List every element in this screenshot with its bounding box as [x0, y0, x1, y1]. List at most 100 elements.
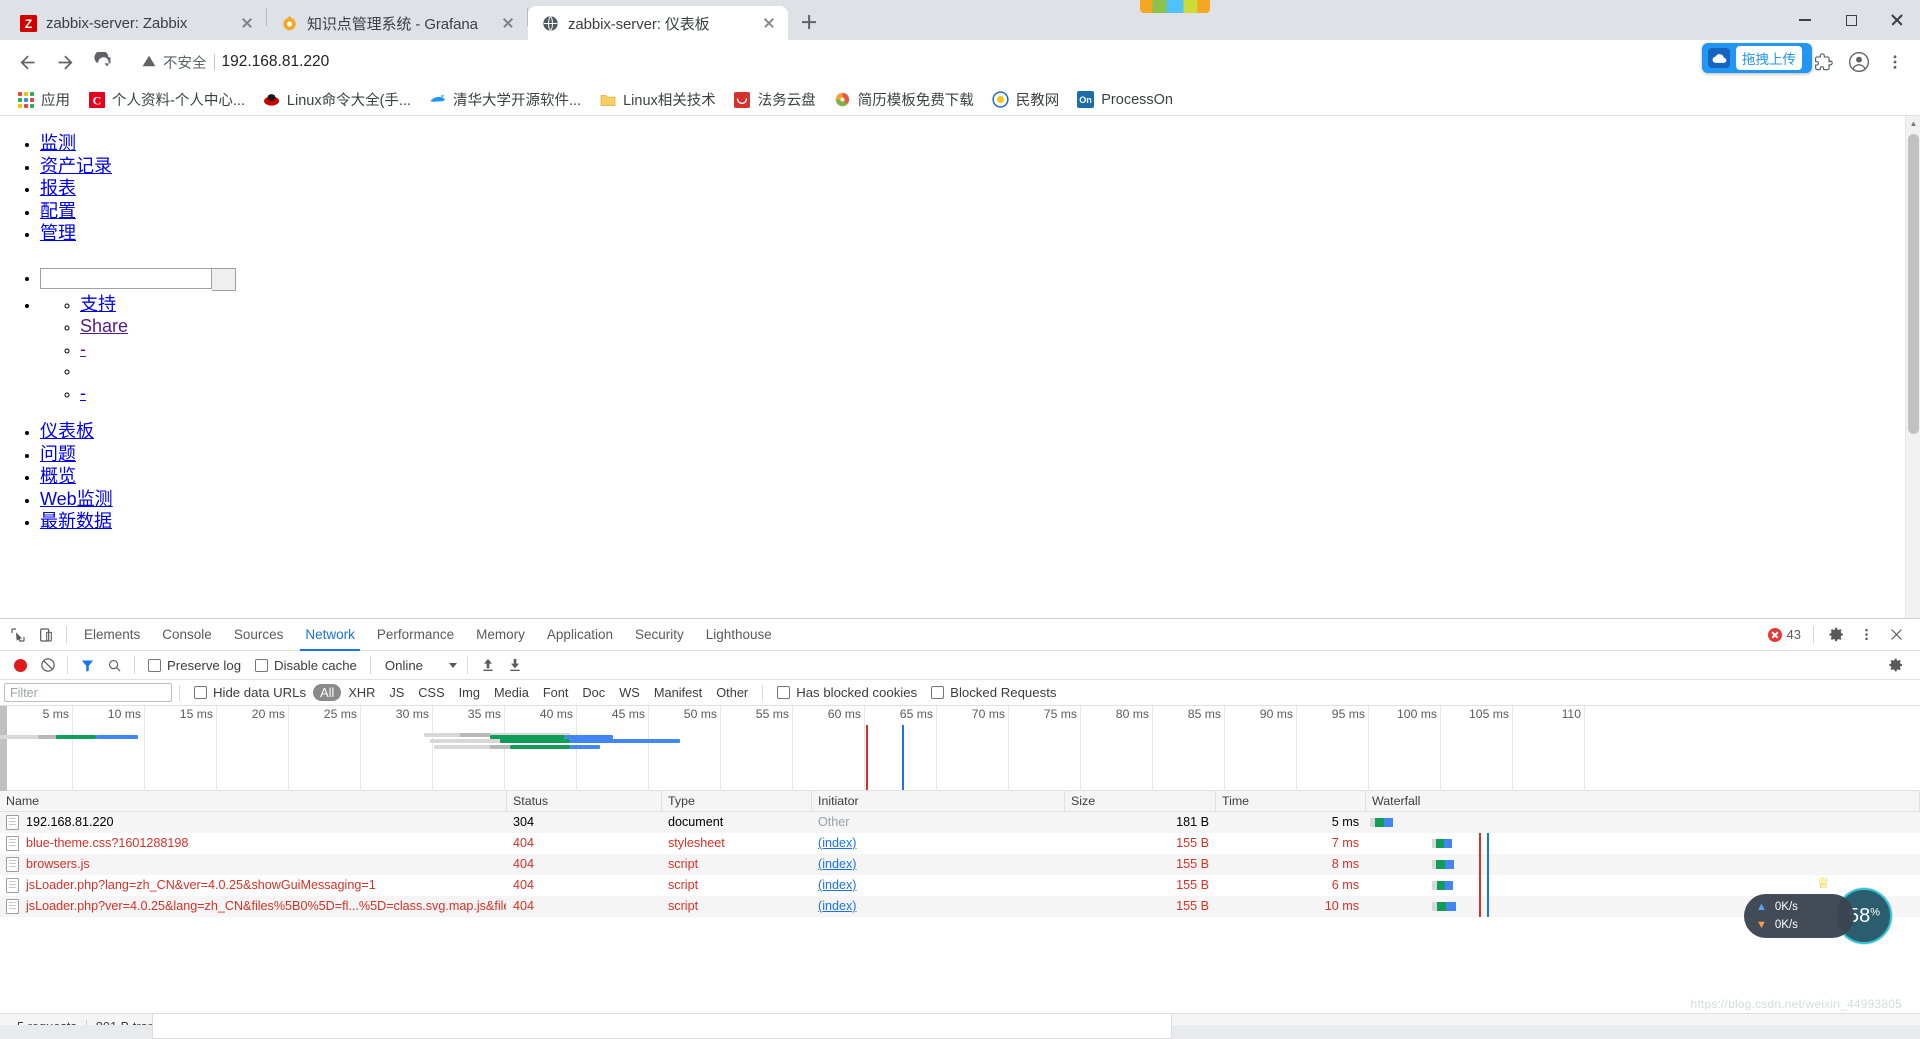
initiator-link[interactable]: (index) [818, 899, 857, 913]
tab-security[interactable]: Security [624, 619, 695, 651]
search-icon[interactable] [101, 653, 128, 678]
filter-type-all[interactable]: All [313, 684, 342, 701]
address-bar[interactable]: 不安全 192.168.81.220 [128, 47, 1700, 77]
column-header-status[interactable]: Status [507, 791, 662, 812]
search-submit-button[interactable] [212, 267, 236, 291]
maximize-button[interactable] [1828, 0, 1874, 40]
section-link-latest-data[interactable]: 最新数据 [40, 511, 112, 531]
throttling-select[interactable]: Online [377, 658, 461, 673]
filter-type-doc[interactable]: Doc [575, 684, 612, 701]
column-header-time[interactable]: Time [1216, 791, 1366, 812]
has-blocked-cookies-checkbox[interactable]: Has blocked cookies [770, 685, 924, 700]
window-close-button[interactable] [1874, 0, 1920, 40]
table-row[interactable]: blue-theme.css?1601288198 404 stylesheet… [0, 833, 1920, 854]
search-input[interactable] [40, 267, 212, 289]
bookmark-legal-cloud[interactable]: 法务云盘 [725, 87, 825, 113]
filter-type-font[interactable]: Font [536, 684, 576, 701]
menu-link-configuration[interactable]: 配置 [40, 201, 76, 221]
back-arrow-icon[interactable] [8, 43, 46, 81]
menu-link-inventory[interactable]: 资产记录 [40, 156, 112, 176]
filter-type-img[interactable]: Img [452, 684, 487, 701]
reload-icon[interactable] [84, 43, 122, 81]
user-menu-link-signout[interactable]: - [80, 383, 86, 403]
bookmark-processon[interactable]: On ProcessOn [1068, 87, 1182, 113]
user-menu-link-support[interactable]: 支持 [80, 294, 116, 314]
kebab-menu-icon[interactable] [1852, 622, 1880, 648]
preserve-log-checkbox[interactable]: Preserve log [141, 658, 248, 673]
initiator-link[interactable]: (index) [818, 857, 857, 871]
network-overview-timeline[interactable]: 5 ms 10 ms 15 ms 20 ms 25 ms 30 ms 35 ms… [0, 706, 1920, 791]
overview-left-handle[interactable] [0, 706, 7, 791]
close-icon[interactable] [499, 14, 517, 32]
devtools-close-icon[interactable] [1882, 622, 1910, 648]
column-header-waterfall[interactable]: Waterfall [1366, 791, 1920, 812]
filter-type-ws[interactable]: WS [612, 684, 647, 701]
filter-type-css[interactable]: CSS [411, 684, 451, 701]
scrollbar-thumb[interactable] [1908, 134, 1919, 434]
initiator-link[interactable]: (index) [818, 878, 857, 892]
column-header-initiator[interactable]: Initiator [812, 791, 1065, 812]
menu-link-monitoring[interactable]: 监测 [40, 133, 76, 153]
kebab-menu-icon[interactable] [1878, 45, 1912, 79]
record-stop-icon[interactable] [7, 653, 34, 678]
bookmark-linux-tech-folder[interactable]: Linux相关技术 [590, 87, 725, 113]
filter-type-js[interactable]: JS [382, 684, 411, 701]
bookmark-resume-templates[interactable]: 简历模板免费下载 [825, 87, 983, 113]
funnel-icon[interactable] [74, 653, 101, 678]
forward-arrow-icon[interactable] [46, 43, 84, 81]
filter-type-manifest[interactable]: Manifest [647, 684, 709, 701]
import-arrow-icon[interactable] [474, 653, 501, 678]
table-row[interactable]: browsers.js 404 script (index) 155 B 8 m… [0, 854, 1920, 875]
bookmark-linux-commands[interactable]: Linux命令大全(手... [254, 87, 420, 113]
gear-icon[interactable] [1822, 622, 1850, 648]
section-link-overview[interactable]: 概览 [40, 466, 76, 486]
column-header-type[interactable]: Type [662, 791, 812, 812]
bookmark-apps[interactable]: 应用 [8, 87, 79, 113]
column-header-name[interactable]: Name [0, 791, 507, 812]
network-settings-gear-icon[interactable] [1882, 653, 1909, 678]
new-tab-button[interactable] [794, 7, 824, 37]
user-menu-link-share[interactable]: Share [80, 316, 128, 336]
tab-performance[interactable]: Performance [366, 619, 465, 651]
filter-type-media[interactable]: Media [487, 684, 536, 701]
browser-tab-1[interactable]: Z zabbix-server: Zabbix [6, 6, 266, 40]
close-icon[interactable] [760, 14, 778, 32]
menu-link-reports[interactable]: 报表 [40, 178, 76, 198]
network-speed-widget[interactable]: ♕ ▲ 0K/s ▼ 0K/s 58% [1744, 875, 1892, 944]
clear-circle-icon[interactable] [34, 653, 61, 678]
section-link-problems[interactable]: 问题 [40, 444, 76, 464]
device-toolbar-icon[interactable] [32, 622, 60, 648]
hide-data-urls-checkbox[interactable]: Hide data URLs [187, 685, 313, 700]
section-link-web-monitoring[interactable]: Web监测 [40, 489, 113, 509]
filter-input[interactable] [4, 683, 172, 702]
disable-cache-checkbox[interactable]: Disable cache [248, 658, 364, 673]
initiator-link[interactable]: (index) [818, 836, 857, 850]
tab-sources[interactable]: Sources [223, 619, 295, 651]
filter-type-xhr[interactable]: XHR [341, 684, 382, 701]
blocked-requests-checkbox[interactable]: Blocked Requests [924, 685, 1063, 700]
minimize-button[interactable] [1782, 0, 1828, 40]
tab-console[interactable]: Console [151, 619, 223, 651]
upload-extension-chip[interactable]: 拖拽上传 [1702, 43, 1812, 73]
error-count-badge[interactable]: 43 [1767, 627, 1805, 642]
close-icon[interactable] [238, 14, 256, 32]
section-link-dashboard[interactable]: 仪表板 [40, 421, 94, 441]
export-arrow-icon[interactable] [501, 653, 528, 678]
tab-network[interactable]: Network [294, 619, 366, 651]
user-menu-link-help[interactable]: - [80, 339, 86, 359]
browser-tab-2[interactable]: 知识点管理系统 - Grafana [267, 6, 527, 40]
table-row[interactable]: jsLoader.php?lang=zh_CN&ver=4.0.25&showG… [0, 875, 1920, 896]
column-header-size[interactable]: Size [1065, 791, 1216, 812]
inspect-cursor-icon[interactable] [4, 622, 32, 648]
browser-tab-3[interactable]: zabbix-server: 仪表板 [528, 6, 788, 40]
menu-link-administration[interactable]: 管理 [40, 223, 76, 243]
filter-type-other[interactable]: Other [709, 684, 755, 701]
bookmark-tsinghua-mirror[interactable]: 清华大学开源软件... [420, 87, 590, 113]
tab-application[interactable]: Application [536, 619, 624, 651]
bookmark-personal-profile[interactable]: C 个人资料-个人中心... [79, 87, 254, 113]
table-row[interactable]: jsLoader.php?ver=4.0.25&lang=zh_CN&files… [0, 896, 1920, 917]
bookmark-minjiao[interactable]: 民教网 [983, 87, 1069, 113]
tab-memory[interactable]: Memory [465, 619, 536, 651]
profile-avatar-icon[interactable] [1842, 45, 1876, 79]
tab-lighthouse[interactable]: Lighthouse [695, 619, 783, 651]
